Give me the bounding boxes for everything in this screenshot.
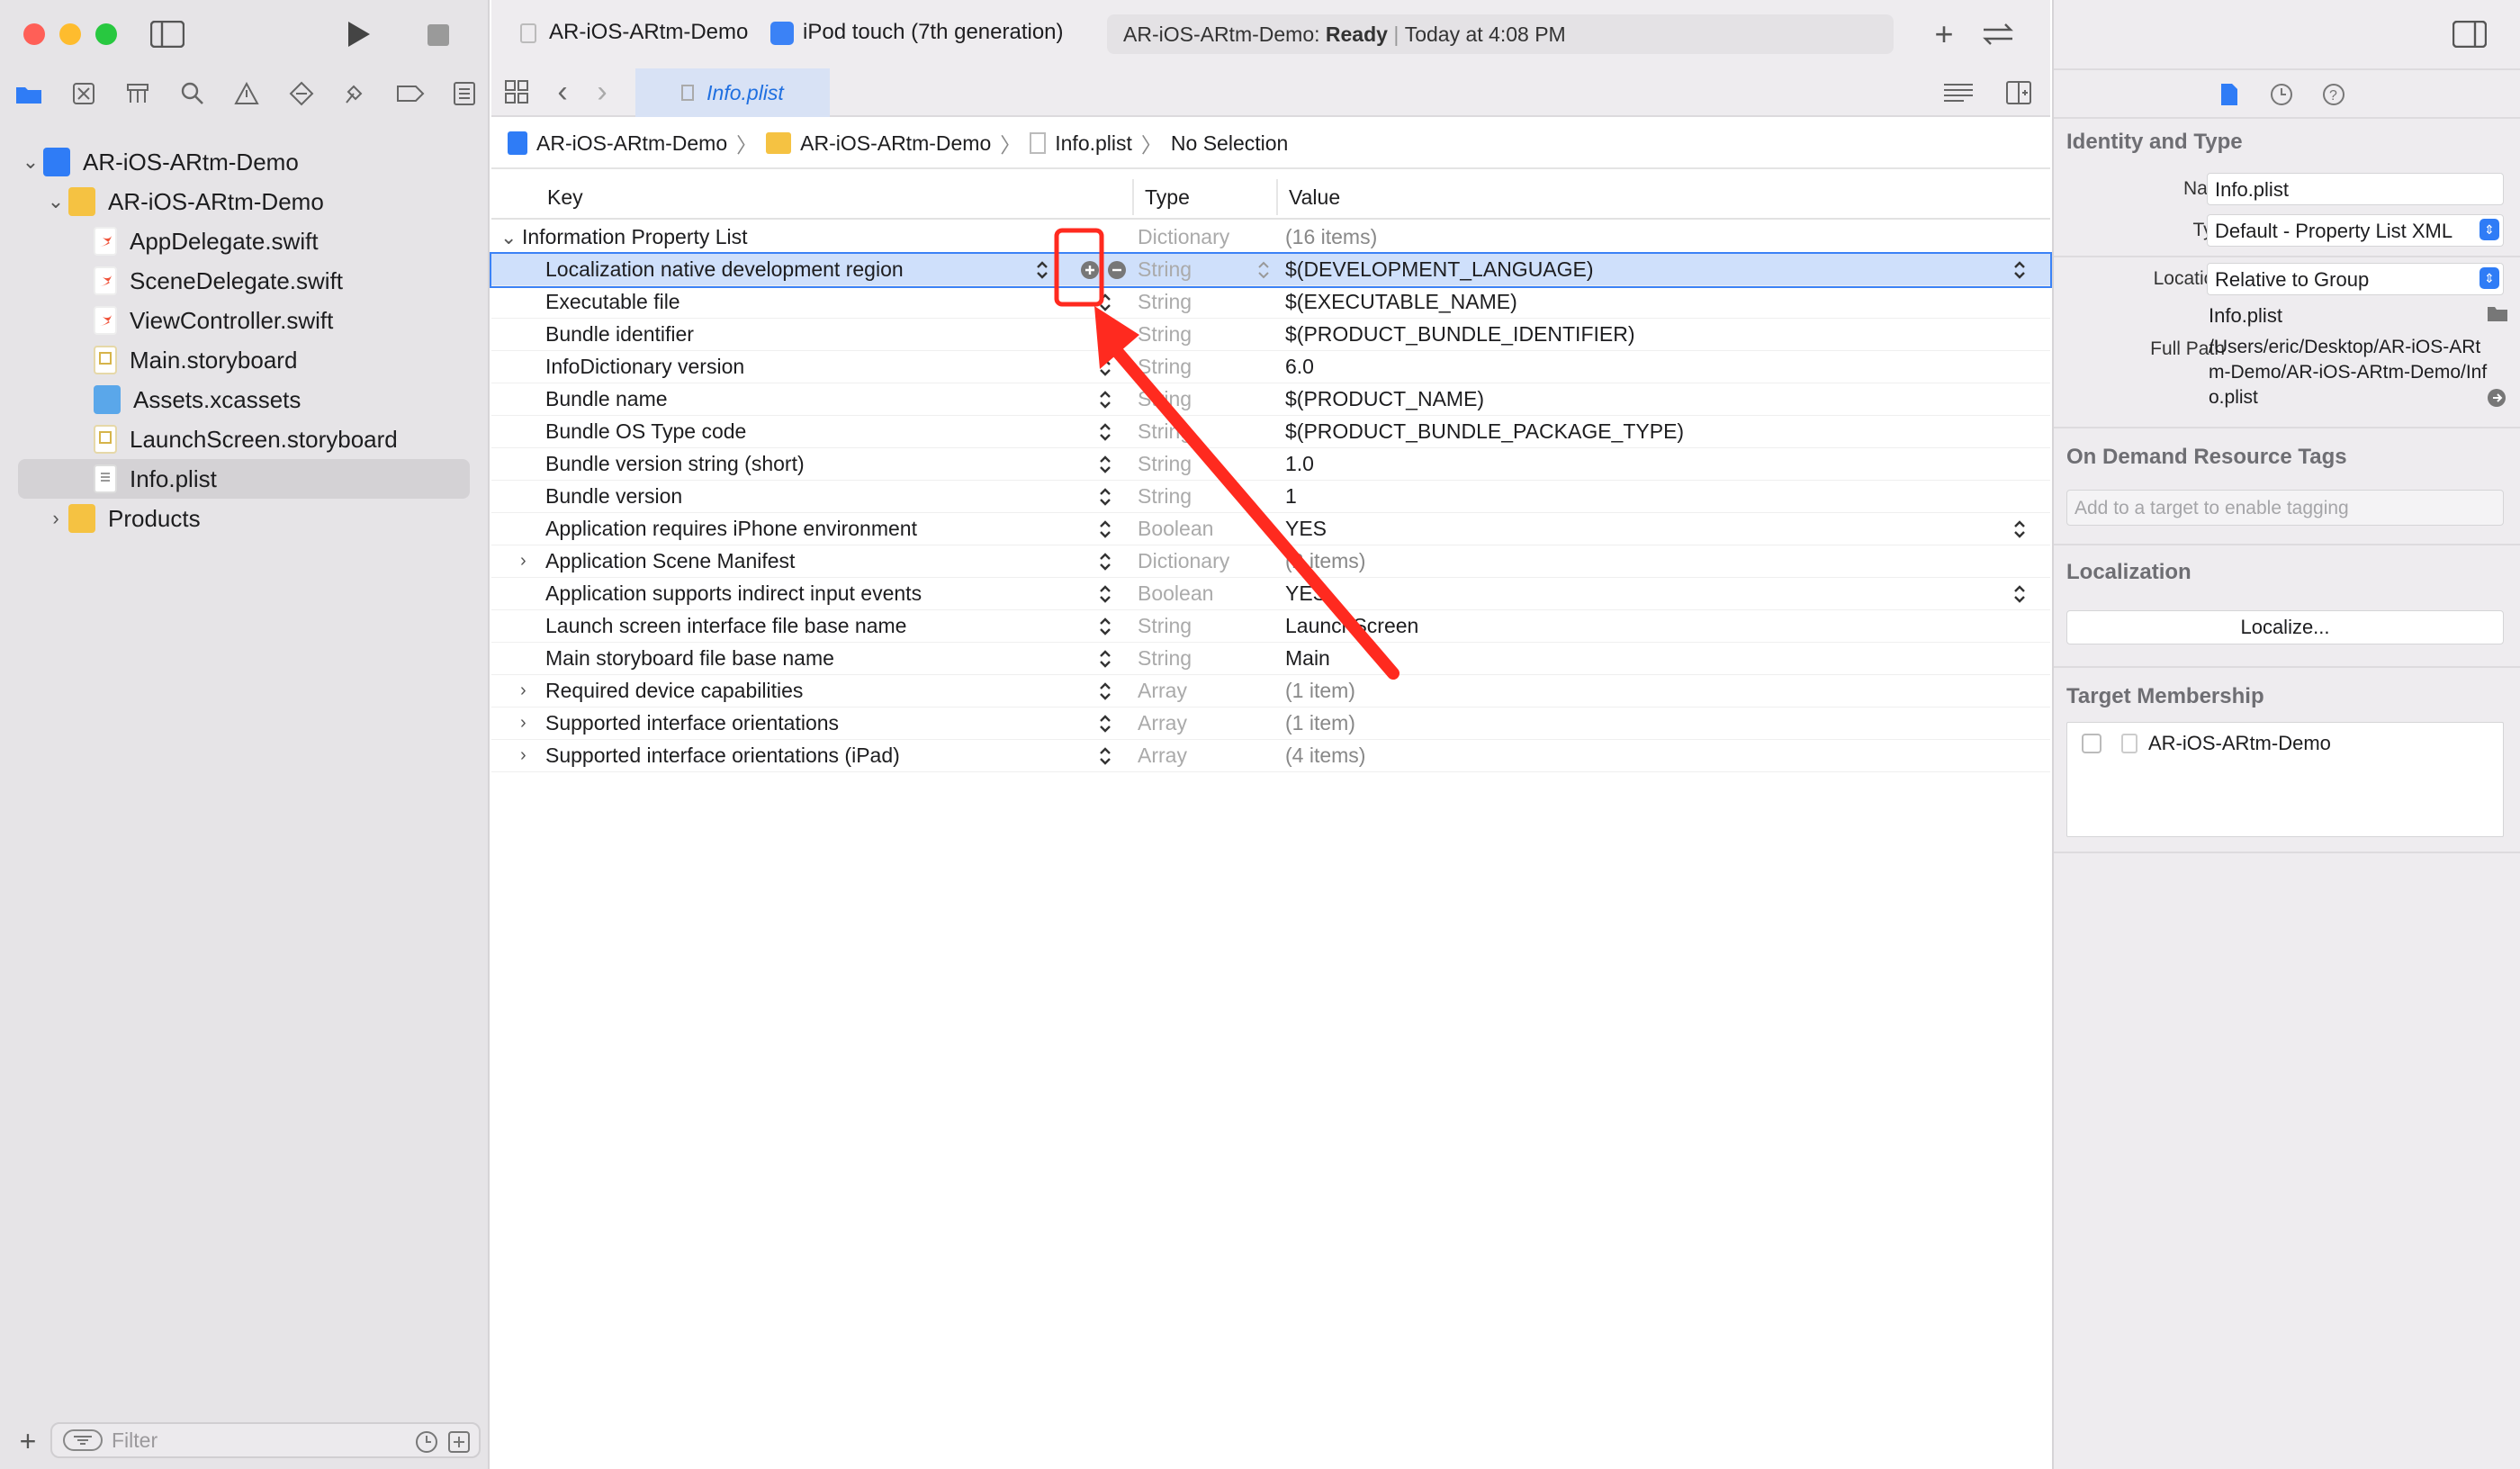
editor-area: AR-iOS-ARtm-Demo iPod touch (7th generat…	[490, 0, 2052, 1469]
location-file: Info.plist	[2209, 304, 2282, 327]
membership-list: AR-iOS-ARtm-Demo	[2066, 722, 2504, 837]
divider	[2054, 427, 2520, 428]
filter-options-icon[interactable]	[63, 1429, 103, 1451]
chevron-updown-icon: ⇕	[2480, 219, 2499, 240]
tree-item-infoplist[interactable]: Info.plist	[18, 459, 470, 499]
tree-item-label: SceneDelegate.swift	[130, 266, 344, 294]
test-navigator-icon[interactable]	[285, 77, 318, 110]
close-window-button[interactable]	[23, 23, 45, 45]
recent-files-icon[interactable]	[414, 1429, 439, 1455]
divider	[2054, 117, 2520, 119]
minimize-window-button[interactable]	[59, 23, 81, 45]
report-navigator-icon[interactable]	[448, 77, 481, 110]
folder-icon	[68, 504, 95, 533]
tree-item-label: Assets.xcassets	[133, 385, 302, 413]
tree-item-viewcontroller[interactable]: ViewController.swift	[18, 301, 470, 340]
tree-item-label: Products	[108, 504, 201, 532]
tags-field[interactable]: Add to a target to enable tagging	[2066, 490, 2504, 526]
storyboard-icon	[94, 346, 117, 374]
annotation-overlay	[1054, 228, 1400, 680]
project-icon	[43, 148, 70, 176]
reveal-arrow-icon[interactable]	[2486, 387, 2507, 409]
tree-item-label: AppDelegate.swift	[130, 227, 319, 255]
zoom-window-button[interactable]	[95, 23, 117, 45]
tree-item-group[interactable]: ⌄ AR-iOS-ARtm-Demo	[18, 182, 470, 221]
assets-folder-icon	[94, 385, 121, 414]
plist-icon	[94, 464, 117, 493]
folder-icon[interactable]	[2486, 302, 2509, 324]
chevron-down-icon[interactable]: ⌄	[43, 190, 68, 213]
tree-item-label: Main.storyboard	[130, 346, 298, 374]
chevron-right-icon[interactable]: ›	[43, 507, 68, 530]
navigator-sidebar: ⌄ AR-iOS-ARtm-Demo ⌄ AR-iOS-ARtm-Demo Ap…	[0, 0, 490, 1469]
membership-checkbox[interactable]	[2082, 734, 2102, 753]
ondemand-section-title: On Demand Resource Tags	[2066, 445, 2347, 469]
divider	[2054, 544, 2520, 545]
tree-item-appdelegate[interactable]: AppDelegate.swift	[18, 221, 470, 261]
storyboard-icon	[94, 425, 117, 454]
folder-icon	[68, 187, 95, 216]
location-value: Relative to Group	[2215, 268, 2370, 291]
filter-placeholder: Filter	[112, 1428, 158, 1452]
run-button[interactable]	[342, 18, 374, 50]
tree-item-label: LaunchScreen.storyboard	[130, 425, 398, 453]
navigator-selector-bar	[13, 76, 481, 112]
scm-filter-icon[interactable]	[446, 1429, 472, 1455]
location-popup[interactable]: Relative to Group ⇕	[2207, 263, 2504, 295]
tree-item-scenedelegate[interactable]: SceneDelegate.swift	[18, 261, 470, 301]
divider	[2054, 852, 2520, 853]
swift-file-icon	[94, 266, 117, 295]
add-icon[interactable]: +	[14, 1425, 41, 1457]
project-tree: ⌄ AR-iOS-ARtm-Demo ⌄ AR-iOS-ARtm-Demo Ap…	[18, 142, 470, 538]
tree-item-label: AR-iOS-ARtm-Demo	[108, 187, 324, 215]
tags-placeholder: Add to a target to enable tagging	[2074, 498, 2349, 518]
xcode-window: ⌄ AR-iOS-ARtm-Demo ⌄ AR-iOS-ARtm-Demo Ap…	[0, 0, 2520, 1469]
stop-button[interactable]	[423, 20, 454, 50]
name-value: Info.plist	[2215, 178, 2289, 201]
type-popup[interactable]: Default - Property List XML ⇕	[2207, 214, 2504, 247]
tree-item-label: ViewController.swift	[130, 306, 334, 334]
localize-button[interactable]: Localize...	[2066, 610, 2504, 644]
tree-item-label: AR-iOS-ARtm-Demo	[83, 148, 299, 176]
warning-icon[interactable]	[230, 77, 263, 110]
inspector-panel: ? Identity and Type Name Info.plist Type…	[2052, 0, 2520, 1469]
swift-file-icon	[94, 306, 117, 335]
source-control-icon[interactable]	[68, 77, 100, 110]
divider	[2054, 68, 2520, 70]
divider	[2054, 666, 2520, 668]
annotation-arrow	[1104, 338, 1400, 680]
divider	[2054, 256, 2520, 257]
membership-section-title: Target Membership	[2066, 684, 2264, 708]
tree-item-main-storyboard[interactable]: Main.storyboard	[18, 340, 470, 380]
localize-label: Localize...	[2240, 616, 2330, 638]
localization-section-title: Localization	[2066, 560, 2192, 584]
help-icon[interactable]: ?	[2320, 81, 2347, 108]
tree-item-project[interactable]: ⌄ AR-iOS-ARtm-Demo	[18, 142, 470, 182]
breakpoint-icon[interactable]	[394, 77, 427, 110]
chevron-down-icon[interactable]: ⌄	[18, 150, 43, 174]
swift-file-icon	[94, 227, 117, 256]
svg-text:?: ?	[2329, 88, 2337, 104]
folder-icon[interactable]	[13, 77, 45, 110]
fullpath-label: Full Path	[2150, 338, 2225, 359]
name-field[interactable]: Info.plist	[2207, 173, 2504, 205]
sidebar-toggle-icon[interactable]	[149, 20, 185, 49]
type-value: Default - Property List XML	[2215, 220, 2453, 242]
app-target-icon	[2121, 734, 2138, 753]
membership-target: AR-iOS-ARtm-Demo	[2148, 732, 2331, 754]
tree-item-products[interactable]: › Products	[18, 499, 470, 538]
identity-section-title: Identity and Type	[2066, 130, 2243, 154]
tree-item-label: Info.plist	[130, 464, 217, 492]
search-icon[interactable]	[176, 77, 209, 110]
annotation-highlight-box	[1054, 228, 1104, 307]
chevron-updown-icon: ⇕	[2480, 267, 2499, 289]
file-inspector-icon[interactable]	[2216, 81, 2243, 108]
inspector-toggle-icon[interactable]	[2452, 20, 2488, 49]
tree-item-assets[interactable]: Assets.xcassets	[18, 380, 470, 419]
debug-navigator-icon[interactable]	[339, 77, 372, 110]
tree-item-launchscreen[interactable]: LaunchScreen.storyboard	[18, 419, 470, 459]
history-icon[interactable]	[2268, 81, 2295, 108]
fullpath-value: /Users/eric/Desktop/AR-iOS-ARtm-Demo/AR-…	[2209, 337, 2488, 408]
symbol-navigator-icon[interactable]	[122, 77, 154, 110]
